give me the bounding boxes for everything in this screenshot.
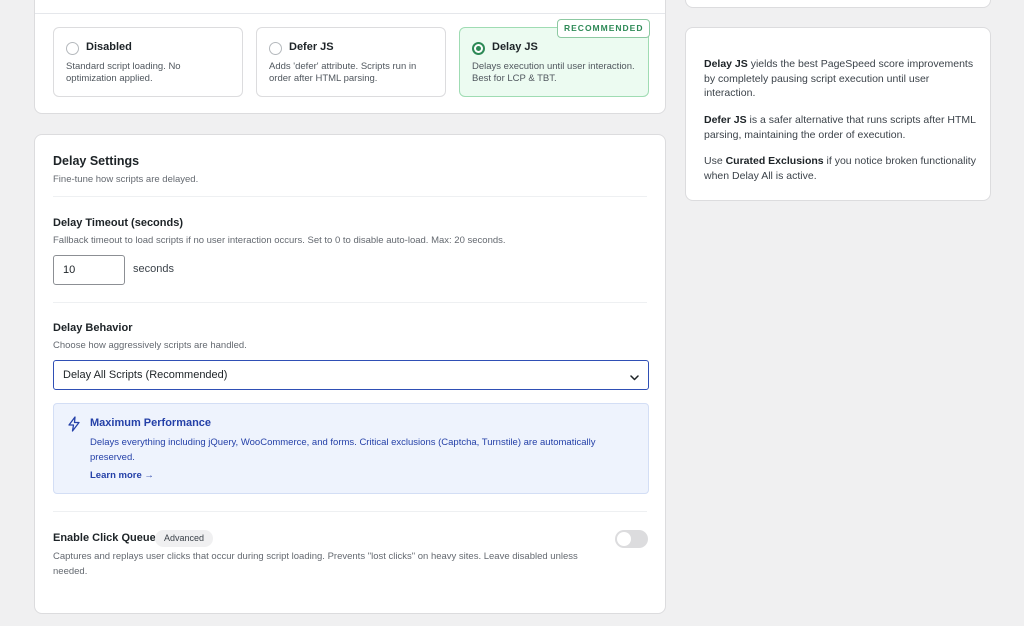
help-card: Delay JS yields the best PageSpeed score…	[685, 27, 991, 201]
click-queue-help: Captures and replays user clicks that oc…	[53, 551, 578, 577]
advanced-tag: Advanced	[155, 530, 214, 547]
section-title: Delay Settings	[53, 154, 140, 168]
divider	[53, 196, 647, 197]
click-queue-toggle[interactable]	[615, 530, 648, 548]
option-title: Delay JS	[492, 41, 538, 53]
option-title: Defer JS	[289, 41, 334, 53]
info-title: Maximum Performance	[90, 417, 212, 429]
radio-delay-js[interactable]	[472, 42, 485, 55]
radio-defer-js[interactable]	[269, 42, 282, 55]
option-title: Disabled	[86, 41, 132, 53]
divider	[53, 511, 647, 512]
learn-more-link[interactable]: Learn more →	[90, 470, 154, 481]
delay-settings-card: Delay Settings Fine-tune how scripts are…	[34, 134, 666, 614]
behavior-help: Choose how aggressively scripts are hand…	[53, 340, 247, 351]
info-box-maximum-performance: Maximum Performance Delays everything in…	[53, 403, 649, 494]
section-subtitle: Fine-tune how scripts are delayed.	[53, 174, 199, 185]
option-description: Standard script loading. No optimization…	[66, 61, 181, 84]
option-description: Adds 'defer' attribute. Scripts run in o…	[269, 61, 417, 84]
delay-behavior-select[interactable]: Delay All Scripts (Recommended)	[53, 360, 649, 390]
radio-disabled[interactable]	[66, 42, 79, 55]
timeout-input[interactable]	[53, 255, 125, 285]
option-defer-js[interactable]: Defer JS Adds 'defer' attribute. Scripts…	[256, 27, 446, 97]
click-queue-label: Enable Click Queue	[53, 532, 156, 544]
select-value: Delay All Scripts (Recommended)	[63, 369, 228, 381]
lightning-icon	[66, 416, 82, 437]
recommended-badge: RECOMMENDED	[557, 19, 651, 38]
info-description: Delays everything including jQuery, WooC…	[90, 437, 596, 463]
divider	[53, 302, 647, 303]
timeout-label: Delay Timeout (seconds)	[53, 217, 183, 229]
help-paragraph-defer: Defer JS is a safer alternative that run…	[704, 114, 976, 141]
behavior-label: Delay Behavior	[53, 322, 133, 334]
chevron-down-icon	[629, 370, 640, 388]
option-description: Delays execution until user interaction.…	[472, 61, 635, 84]
help-paragraph-exclusions: Use Curated Exclusions if you notice bro…	[704, 155, 976, 182]
card-divider	[35, 13, 665, 14]
side-card-top	[685, 0, 991, 8]
timeout-unit: seconds	[133, 263, 174, 275]
help-paragraph-delay: Delay JS yields the best PageSpeed score…	[704, 58, 974, 99]
timeout-help: Fallback timeout to load scripts if no u…	[53, 235, 506, 246]
js-mode-card: Disabled Standard script loading. No opt…	[34, 0, 666, 114]
option-disabled[interactable]: Disabled Standard script loading. No opt…	[53, 27, 243, 97]
